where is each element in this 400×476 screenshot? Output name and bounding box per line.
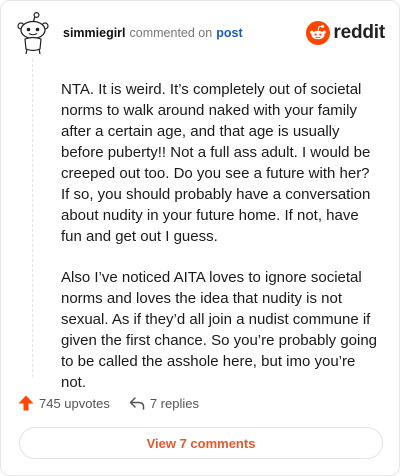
snoo-avatar-icon[interactable] xyxy=(13,11,53,55)
comment-card: simmiegirl commented on post reddit NTA.… xyxy=(0,0,400,476)
reddit-wordmark: reddit xyxy=(333,22,385,43)
comment-paragraph: Also I’ve noticed AITA loves to ignore s… xyxy=(61,269,378,391)
upvotes-count: 745 upvotes xyxy=(39,395,110,411)
comment-actions: 745 upvotes 7 replies xyxy=(17,394,199,412)
comment-meta: simmiegirl commented on post xyxy=(63,26,243,40)
view-comments-button[interactable]: View 7 comments xyxy=(19,427,383,459)
reply-arrow-icon xyxy=(129,397,145,410)
reddit-logo-icon xyxy=(306,21,331,45)
reddit-logo[interactable]: reddit xyxy=(306,21,385,45)
thread-line xyxy=(32,59,33,377)
replies-button[interactable]: 7 replies xyxy=(128,394,199,412)
comment-header: simmiegirl commented on post reddit xyxy=(13,9,385,57)
upvote-arrow-icon xyxy=(18,395,34,411)
upvote-button[interactable]: 745 upvotes xyxy=(17,394,110,412)
comment-body: NTA. It is weird. It’s completely out of… xyxy=(61,79,379,413)
post-link[interactable]: post xyxy=(216,26,242,40)
action-text: commented on xyxy=(129,26,213,40)
comment-paragraph: NTA. It is weird. It’s completely out of… xyxy=(61,81,371,245)
replies-count: 7 replies xyxy=(149,395,199,411)
username-link[interactable]: simmiegirl xyxy=(63,26,126,40)
